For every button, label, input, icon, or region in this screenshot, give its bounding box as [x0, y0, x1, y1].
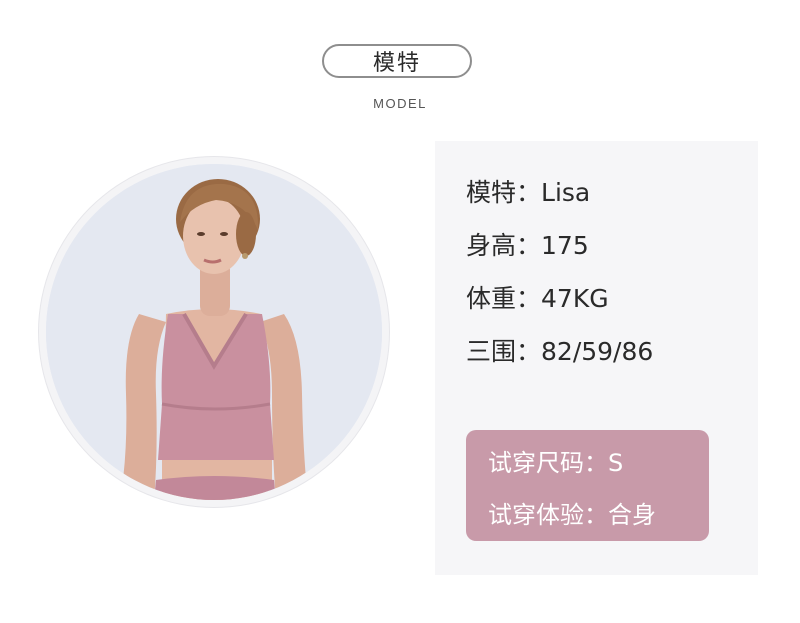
fit-value: 合身 [608, 501, 656, 529]
info-label: 三围： [466, 337, 542, 366]
fit-row-size: 试穿尺码：S [488, 443, 623, 478]
section-title: 模特 [372, 51, 421, 76]
info-row-model: 模特：Lisa [466, 173, 590, 209]
fit-info-box: 试穿尺码：S 试穿体验：合身 [466, 430, 709, 541]
info-value: 82/59/86 [541, 337, 654, 366]
section-title-pill: 模特 [322, 44, 472, 78]
info-label: 体重： [466, 284, 542, 313]
info-row-height: 身高：175 [466, 226, 589, 262]
model-photo-frame [39, 157, 389, 507]
info-value: Lisa [541, 178, 591, 207]
info-value: 175 [541, 231, 589, 260]
info-label: 身高： [466, 231, 542, 260]
fit-label: 试穿体验： [488, 501, 608, 529]
info-row-measurements: 三围：82/59/86 [466, 332, 653, 368]
model-photo [46, 164, 382, 500]
model-illustration [46, 164, 382, 500]
info-label: 模特： [466, 178, 542, 207]
info-value: 47KG [541, 284, 609, 313]
model-info-panel: 模特：Lisa 身高：175 体重：47KG 三围：82/59/86 试穿尺码：… [435, 141, 758, 575]
fit-row-experience: 试穿体验：合身 [488, 495, 656, 530]
info-row-weight: 体重：47KG [466, 279, 609, 315]
fit-label: 试穿尺码： [488, 449, 608, 477]
section-subtitle: MODEL [373, 96, 427, 111]
fit-value: S [608, 449, 624, 477]
